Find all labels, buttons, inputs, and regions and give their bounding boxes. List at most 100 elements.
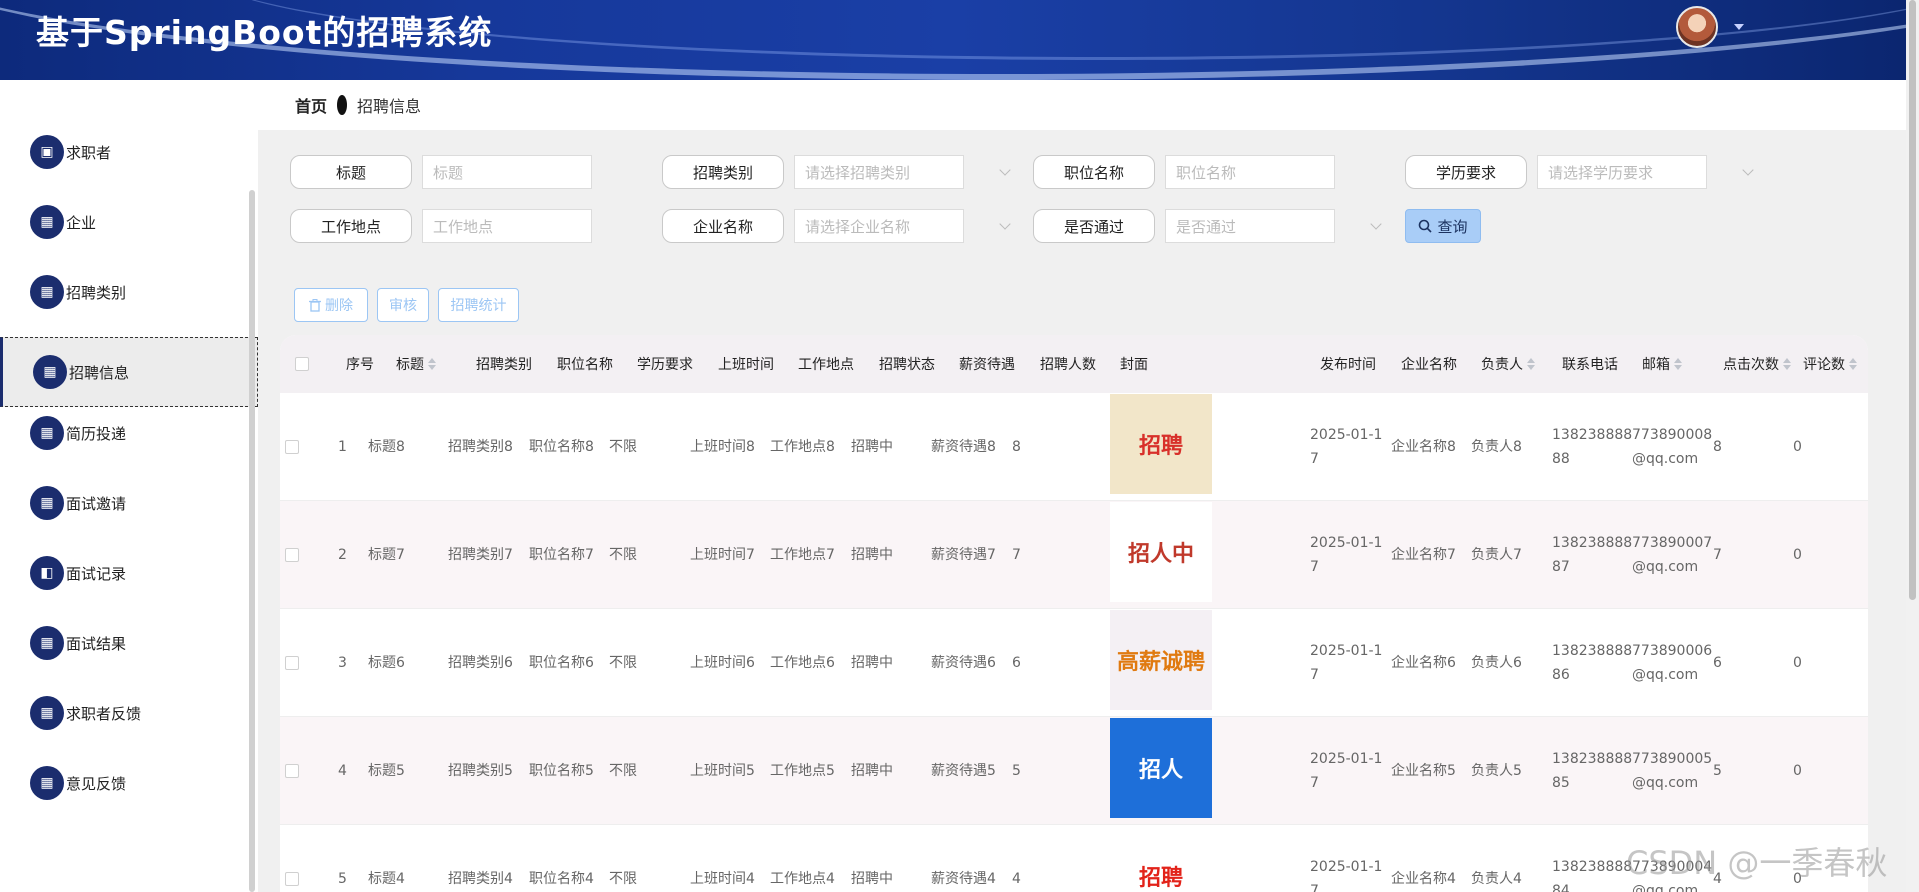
table-row[interactable]: 1 标题8 招聘类别8 职位名称8 不限 上班时间8 工作地点8 招聘中 薪资待遇8 8 招聘 202… [280, 393, 1868, 501]
page-scrollbar-thumb[interactable] [1909, 0, 1916, 600]
cell-category: 招聘类别5 [448, 763, 513, 779]
category-filter-select[interactable]: 请选择招聘类别 [794, 155, 964, 189]
sidebar-item-6[interactable]: ◧ 面试记录 [0, 538, 258, 608]
cover-image[interactable]: 招人中 [1110, 502, 1212, 602]
main-content: 首页 招聘信息 标题 标题 招聘类别 请选择招聘类别 职位名称 职位名称 学历要… [258, 80, 1906, 892]
cell-title: 标题7 [368, 547, 405, 563]
header-company: 企业名称 [1401, 357, 1457, 373]
cell-company: 企业名称6 [1391, 655, 1456, 671]
cell-comments: 0 [1793, 655, 1802, 671]
page-scrollbar[interactable] [1906, 0, 1919, 892]
cell-index: 2 [338, 547, 347, 563]
row-checkbox[interactable] [285, 872, 299, 886]
cell-comments: 0 [1793, 763, 1802, 779]
header-work-time: 上班时间 [718, 357, 774, 373]
company-filter-select[interactable]: 请选择企业名称 [794, 209, 964, 243]
cell-company: 企业名称4 [1391, 871, 1456, 887]
table-row[interactable]: 2 标题7 招聘类别7 职位名称7 不限 上班时间7 工作地点7 招聘中 薪资待遇7 7 招人中 20… [280, 501, 1868, 609]
cell-status: 招聘中 [851, 763, 893, 779]
cell-location: 工作地点4 [770, 871, 835, 887]
cell-company: 企业名称7 [1391, 547, 1456, 563]
approved-filter-label: 是否通过 [1033, 209, 1155, 243]
cover-image[interactable]: 招人 [1110, 718, 1212, 818]
cell-education: 不限 [609, 655, 637, 671]
cell-company: 企业名称8 [1391, 439, 1456, 455]
header-comments[interactable]: 评论数 [1803, 335, 1857, 393]
cell-salary: 薪资待遇5 [931, 763, 996, 779]
sidebar-item-4[interactable]: ▦ 简历投递 [0, 398, 258, 468]
cell-title: 标题6 [368, 655, 405, 671]
row-checkbox[interactable] [285, 548, 299, 562]
approved-chevron-down-icon[interactable] [1370, 218, 1382, 230]
approved-filter-select[interactable]: 是否通过 [1165, 209, 1335, 243]
user-avatar[interactable] [1676, 6, 1718, 48]
review-button[interactable]: 审核 [377, 288, 429, 322]
cover-image[interactable]: 招聘 [1110, 826, 1212, 892]
cell-comments: 0 [1793, 547, 1802, 563]
breadcrumb-separator-icon [337, 95, 348, 115]
sort-icon[interactable] [1674, 358, 1682, 370]
sidebar-item-3[interactable]: ▦ 招聘信息 [0, 337, 258, 407]
grid-icon: ▦ [30, 205, 64, 239]
table-row[interactable]: 4 标题5 招聘类别5 职位名称5 不限 上班时间5 工作地点5 招聘中 薪资待遇5 5 招人 202… [280, 717, 1868, 825]
cell-education: 不限 [609, 871, 637, 887]
breadcrumb-home[interactable]: 首页 [295, 93, 327, 117]
stats-button[interactable]: 招聘统计 [438, 288, 519, 322]
cell-comments: 0 [1793, 439, 1802, 455]
cell-salary: 薪资待遇8 [931, 439, 996, 455]
sort-icon[interactable] [428, 358, 436, 370]
category-chevron-down-icon[interactable] [999, 164, 1011, 176]
cell-position: 职位名称6 [529, 655, 594, 671]
sidebar-item-1[interactable]: ▦ 企业 [0, 187, 258, 257]
cell-index: 3 [338, 655, 347, 671]
sidebar-item-7[interactable]: ▦ 面试结果 [0, 608, 258, 678]
education-filter-select[interactable]: 请选择学历要求 [1537, 155, 1707, 189]
cell-category: 招聘类别6 [448, 655, 513, 671]
delete-button[interactable]: 删除 [294, 288, 368, 322]
cover-image[interactable]: 高薪诚聘 [1110, 610, 1212, 710]
cell-work_time: 上班时间7 [690, 547, 755, 563]
location-filter-input[interactable]: 工作地点 [422, 209, 592, 243]
cell-phone: 138238888 84 [1552, 859, 1633, 892]
sidebar-item-label: 求职者反馈 [66, 704, 142, 723]
sidebar: ▣ 求职者 ▦ 企业 ▦ 招聘类别 ▦ 招聘信息 ▦ 简历投递 ▦ 面试邀请 ◧ 面试记录 ▦ 面试结果 ▦ 求职… [0, 80, 258, 892]
search-icon [1419, 219, 1433, 233]
cell-index: 4 [338, 763, 347, 779]
avatar-dropdown-caret-icon[interactable] [1734, 24, 1744, 30]
sort-icon[interactable] [1527, 358, 1535, 370]
header-cover: 封面 [1120, 357, 1148, 373]
sidebar-item-9[interactable]: ▦ 意见反馈 [0, 748, 258, 818]
row-checkbox[interactable] [285, 440, 299, 454]
sidebar-item-2[interactable]: ▦ 招聘类别 [0, 257, 258, 327]
header-title[interactable]: 标题 [396, 335, 436, 393]
table-row[interactable]: 3 标题6 招聘类别6 职位名称6 不限 上班时间6 工作地点6 招聘中 薪资待遇6 6 高薪诚聘 2… [280, 609, 1868, 717]
header-clicks[interactable]: 点击次数 [1723, 335, 1791, 393]
sort-icon[interactable] [1849, 358, 1857, 370]
briefcase-icon: ▣ [30, 135, 64, 169]
row-checkbox[interactable] [285, 764, 299, 778]
header-contact[interactable]: 负责人 [1481, 335, 1535, 393]
grid-icon: ▦ [30, 696, 64, 730]
sidebar-scrollbar[interactable] [249, 190, 255, 892]
cell-salary: 薪资待遇7 [931, 547, 996, 563]
sort-icon[interactable] [1783, 358, 1791, 370]
title-filter-input[interactable]: 标题 [422, 155, 592, 189]
sidebar-item-0[interactable]: ▣ 求职者 [0, 117, 258, 187]
education-chevron-down-icon[interactable] [1742, 164, 1754, 176]
header-position: 职位名称 [557, 357, 613, 373]
review-button-label: 审核 [389, 298, 417, 314]
cover-image[interactable]: 招聘 [1110, 394, 1212, 494]
cell-position: 职位名称4 [529, 871, 594, 887]
select-all-checkbox[interactable] [295, 357, 309, 371]
header-email[interactable]: 邮箱 [1642, 335, 1682, 393]
query-button[interactable]: 查询 [1405, 209, 1481, 243]
position-filter-input[interactable]: 职位名称 [1165, 155, 1335, 189]
sidebar-item-5[interactable]: ▦ 面试邀请 [0, 468, 258, 538]
sidebar-item-8[interactable]: ▦ 求职者反馈 [0, 678, 258, 748]
cell-index: 5 [338, 871, 347, 887]
company-chevron-down-icon[interactable] [999, 218, 1011, 230]
company-filter-label: 企业名称 [662, 209, 784, 243]
cell-position: 职位名称5 [529, 763, 594, 779]
cell-work_time: 上班时间5 [690, 763, 755, 779]
row-checkbox[interactable] [285, 656, 299, 670]
